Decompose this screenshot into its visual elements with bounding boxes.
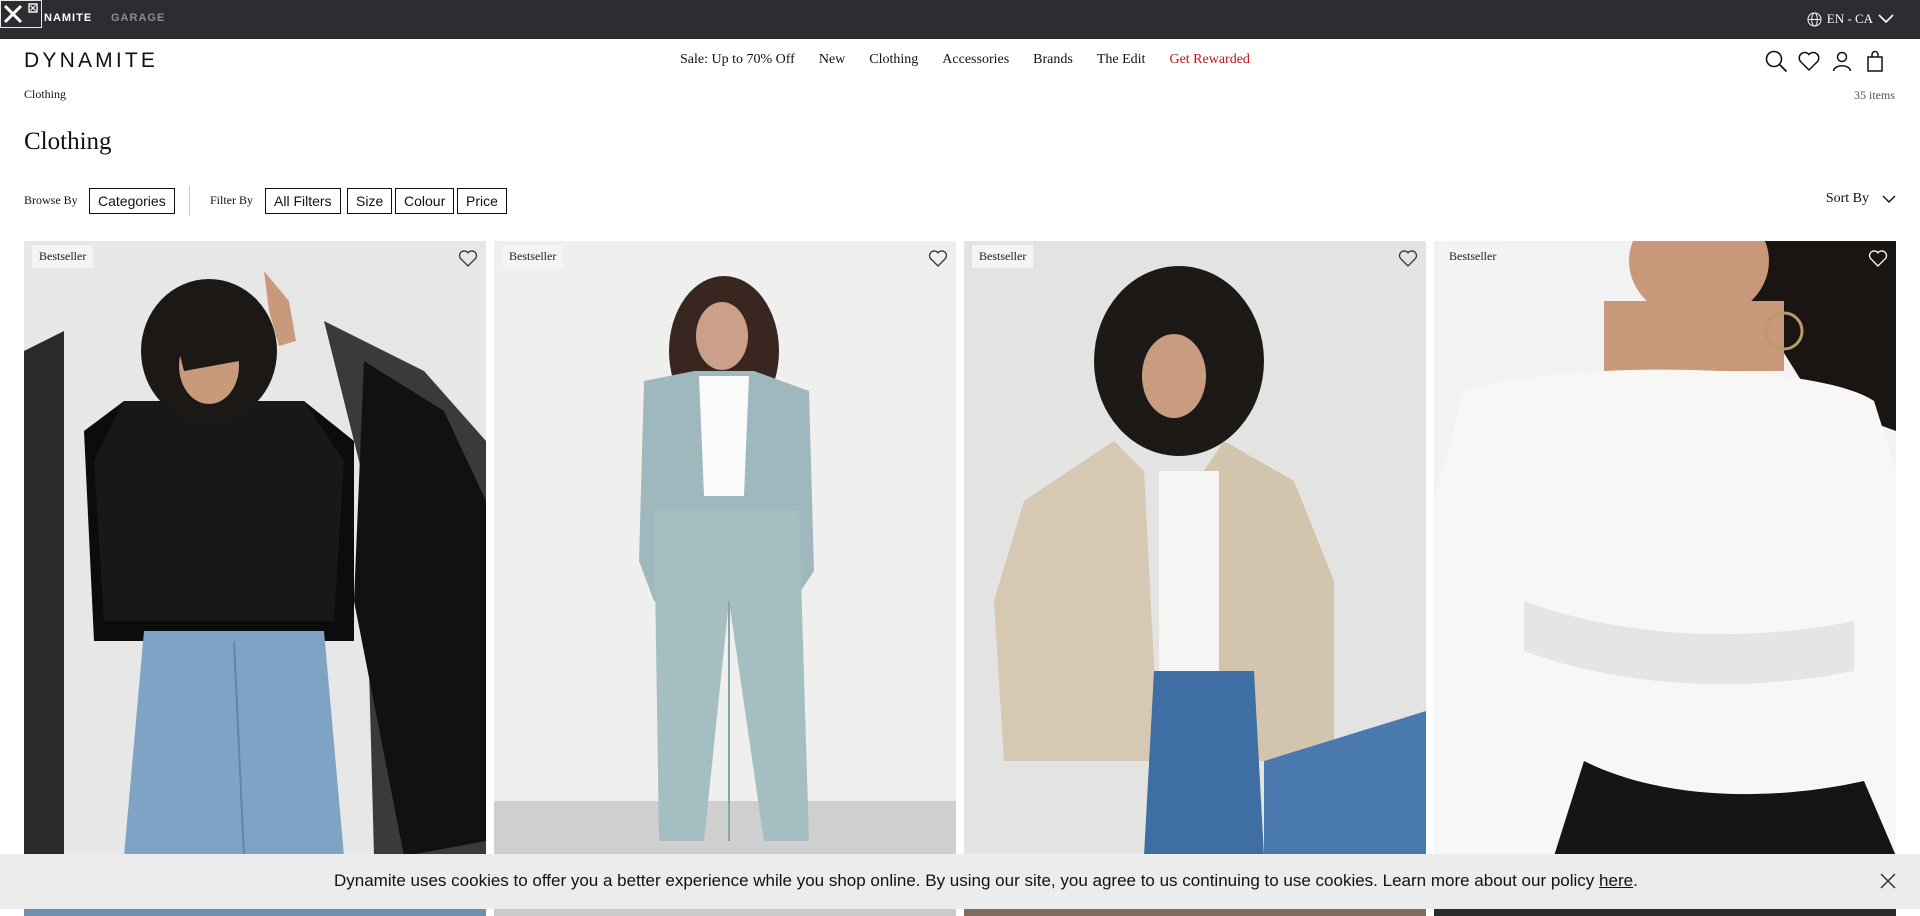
- nav-sale[interactable]: Sale: Up to 70% Off: [680, 52, 795, 68]
- sort-by-dropdown[interactable]: Sort By: [1826, 191, 1896, 207]
- main-nav: Sale: Up to 70% Off New Clothing Accesso…: [680, 52, 1274, 68]
- bestseller-badge: Bestseller: [502, 245, 564, 268]
- browse-by-label: Browse By: [24, 193, 78, 207]
- size-filter-button[interactable]: Size: [347, 188, 393, 214]
- brand-tab-dynamite[interactable]: NAMITE: [44, 12, 92, 24]
- language-label: EN - CA: [1826, 11, 1873, 26]
- breadcrumb[interactable]: Clothing: [24, 87, 66, 102]
- language-selector[interactable]: EN - CA: [1807, 11, 1894, 27]
- chevron-down-icon: [1882, 195, 1896, 203]
- bestseller-badge: Bestseller: [1442, 245, 1504, 268]
- brand-tab-garage[interactable]: GARAGE: [111, 12, 165, 24]
- tools-icon[interactable]: [0, 0, 42, 28]
- colour-filter-button[interactable]: Colour: [395, 188, 455, 214]
- nav-brands[interactable]: Brands: [1033, 52, 1073, 68]
- product-card[interactable]: Bestseller: [964, 241, 1426, 856]
- heart-icon[interactable]: [1797, 49, 1820, 73]
- cookie-policy-link[interactable]: here: [1599, 871, 1633, 890]
- cookie-suffix: .: [1633, 871, 1638, 890]
- page-title: Clothing: [24, 128, 112, 155]
- nav-get-rewarded[interactable]: Get Rewarded: [1169, 52, 1249, 68]
- all-filters-button[interactable]: All Filters: [265, 188, 341, 214]
- item-count: 35 items: [1854, 88, 1895, 102]
- wishlist-heart-icon[interactable]: [928, 249, 948, 268]
- wishlist-heart-icon[interactable]: [1868, 249, 1888, 268]
- product-card[interactable]: Bestseller: [24, 241, 486, 856]
- sort-by-label: Sort By: [1825, 191, 1869, 206]
- close-icon[interactable]: [1880, 873, 1896, 889]
- bestseller-badge: Bestseller: [972, 245, 1034, 268]
- account-icon[interactable]: [1830, 49, 1853, 73]
- product-card[interactable]: Bestseller: [1434, 241, 1896, 856]
- filter-bar: Browse By Categories Filter By All Filte…: [24, 186, 1896, 216]
- top-brand-bar: NAMITE GARAGE EN - CA: [0, 0, 1920, 39]
- product-card[interactable]: Bestseller: [494, 241, 956, 856]
- product-image[interactable]: [494, 241, 956, 856]
- nav-accessories[interactable]: Accessories: [942, 52, 1009, 68]
- header-icons: [1764, 49, 1886, 73]
- product-image[interactable]: [964, 241, 1426, 856]
- wishlist-heart-icon[interactable]: [1398, 249, 1418, 268]
- nav-the-edit[interactable]: The Edit: [1097, 52, 1146, 68]
- site-logo[interactable]: DYNAMITE: [24, 49, 158, 73]
- chevron-down-icon: [1878, 14, 1894, 24]
- wishlist-heart-icon[interactable]: [458, 249, 478, 268]
- categories-button[interactable]: Categories: [89, 188, 175, 214]
- price-filter-button[interactable]: Price: [457, 188, 507, 214]
- cookie-banner: Dynamite uses cookies to offer you a bet…: [0, 854, 1920, 909]
- nav-new[interactable]: New: [819, 52, 845, 68]
- filter-divider: [189, 186, 190, 216]
- cookie-message: Dynamite uses cookies to offer you a bet…: [334, 871, 1638, 891]
- product-image[interactable]: [1434, 241, 1896, 856]
- cookie-text: Dynamite uses cookies to offer you a bet…: [334, 871, 1600, 890]
- bestseller-badge: Bestseller: [32, 245, 94, 268]
- product-image[interactable]: [24, 241, 486, 856]
- search-icon[interactable]: [1764, 49, 1788, 73]
- bag-icon[interactable]: [1863, 49, 1886, 73]
- filter-by-label: Filter By: [210, 193, 254, 207]
- globe-icon: [1807, 11, 1822, 27]
- nav-clothing[interactable]: Clothing: [869, 52, 918, 68]
